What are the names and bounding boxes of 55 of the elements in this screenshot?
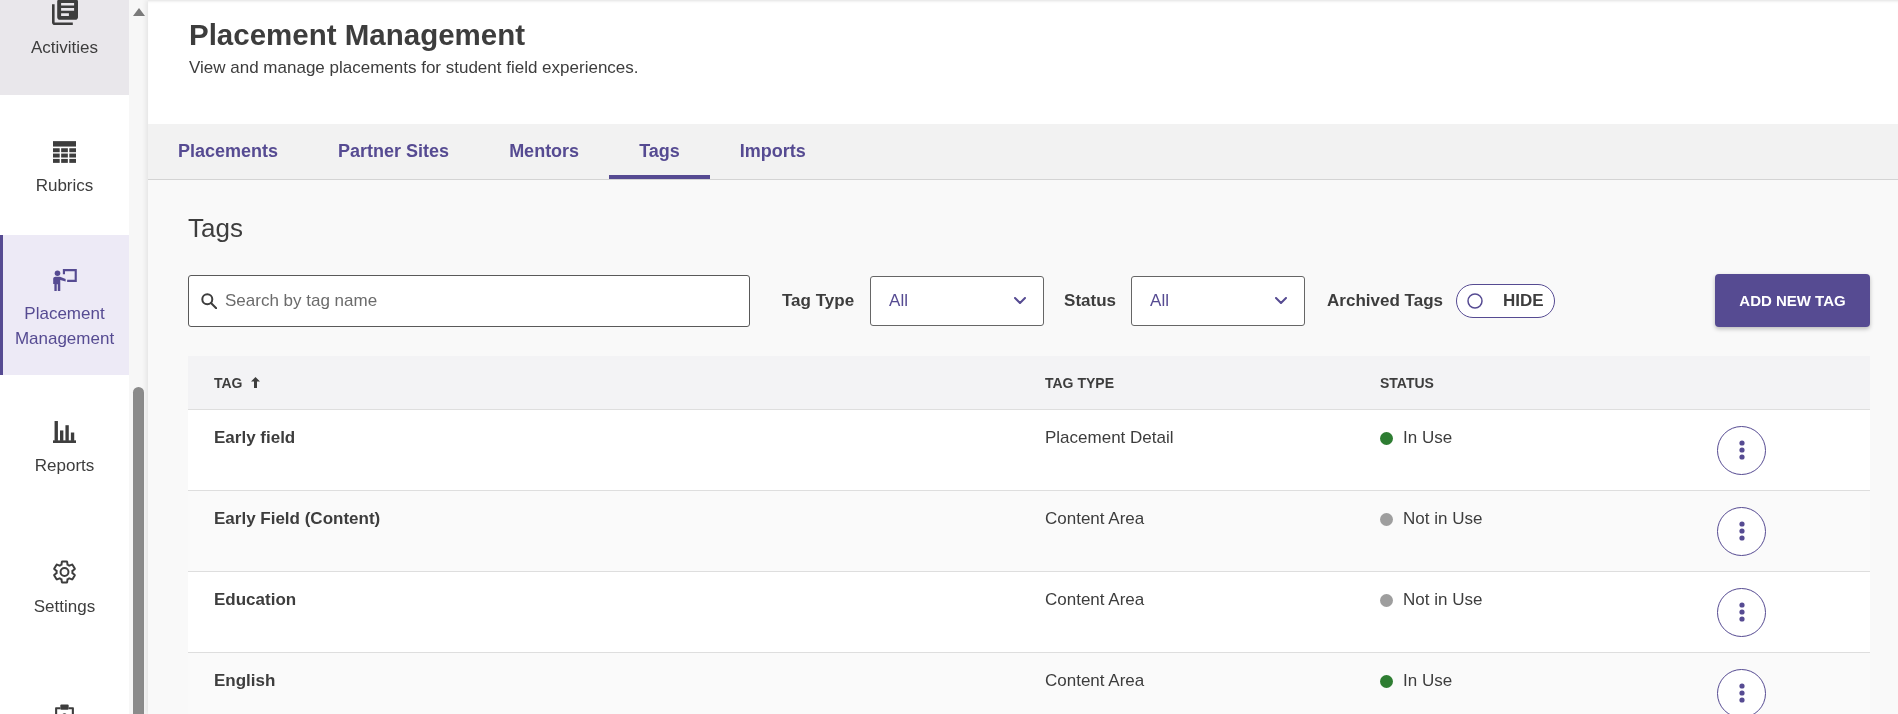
table-cell: Content Area — [1045, 589, 1145, 611]
status-dropdown[interactable]: All — [1131, 275, 1306, 326]
tab[interactable]: Tags — [609, 124, 710, 179]
table-cell: Early field — [214, 427, 296, 449]
grid-icon — [53, 141, 76, 163]
tab[interactable]: Mentors — [479, 124, 610, 179]
sidebar-item[interactable]: Settings — [0, 515, 129, 655]
column-header[interactable]: STATUS — [1380, 374, 1434, 391]
scrollbar-thumb[interactable] — [133, 387, 144, 714]
table-cell: Placement Detail — [1045, 427, 1174, 449]
chevron-down-icon — [1275, 297, 1288, 304]
filter-label: Tag Type — [782, 290, 855, 311]
toggle-knob-icon — [1466, 292, 1483, 309]
tab[interactable]: Partner Sites — [308, 124, 480, 179]
column-header[interactable]: TAG TYPE — [1045, 374, 1114, 391]
presenter-icon — [52, 268, 77, 291]
add-new-tag-button[interactable]: ADD NEW TAG — [1715, 274, 1870, 327]
archived-tags-toggle[interactable]: HIDE — [1455, 283, 1555, 318]
section-title: Tags — [188, 213, 243, 243]
status-label: Not in Use — [1403, 589, 1483, 611]
more-options-button[interactable] — [1717, 668, 1766, 714]
table-cell: English — [214, 670, 276, 692]
page-title: Placement Management — [189, 17, 526, 53]
status-label: Not in Use — [1403, 508, 1483, 530]
status-label: In Use — [1403, 427, 1453, 449]
search-icon — [201, 292, 217, 309]
tab[interactable]: Placements — [148, 124, 309, 179]
sidebar-item[interactable]: Placement Management — [0, 235, 129, 375]
column-header[interactable]: TAG — [214, 374, 260, 391]
table-cell: Content Area — [1045, 670, 1145, 692]
stacked-pages-icon — [51, 0, 78, 25]
vertical-dots-icon — [1738, 521, 1745, 541]
chevron-down-icon — [1014, 297, 1027, 304]
sidebar-item[interactable]: Reports — [0, 375, 129, 515]
vertical-dots-icon — [1738, 440, 1745, 460]
more-options-button[interactable] — [1717, 587, 1766, 637]
tag-type-dropdown[interactable]: All — [870, 275, 1045, 326]
scroll-up-arrow-icon[interactable] — [132, 8, 145, 16]
page-subtitle: View and manage placements for student field experiences. — [189, 57, 639, 79]
table-cell: Content Area — [1045, 508, 1145, 530]
vertical-dots-icon — [1738, 602, 1745, 622]
table-cell: Early Field (Content) — [214, 508, 381, 530]
filter-label: Archived Tags — [1327, 290, 1443, 311]
sidebar-item[interactable]: Rubrics — [0, 95, 129, 235]
bar-chart-icon — [53, 421, 76, 443]
search-field[interactable]: Search by tag name — [188, 274, 750, 327]
tab[interactable]: Imports — [709, 124, 836, 179]
sidebar-item[interactable]: Activities — [0, 0, 129, 95]
table-cell: Education — [214, 589, 297, 611]
more-options-button[interactable] — [1717, 506, 1766, 556]
filter-label: Status — [1064, 290, 1117, 311]
vertical-dots-icon — [1738, 683, 1745, 703]
settings-icon — [53, 560, 76, 584]
status-label: In Use — [1403, 670, 1453, 692]
more-options-button[interactable] — [1717, 425, 1766, 475]
